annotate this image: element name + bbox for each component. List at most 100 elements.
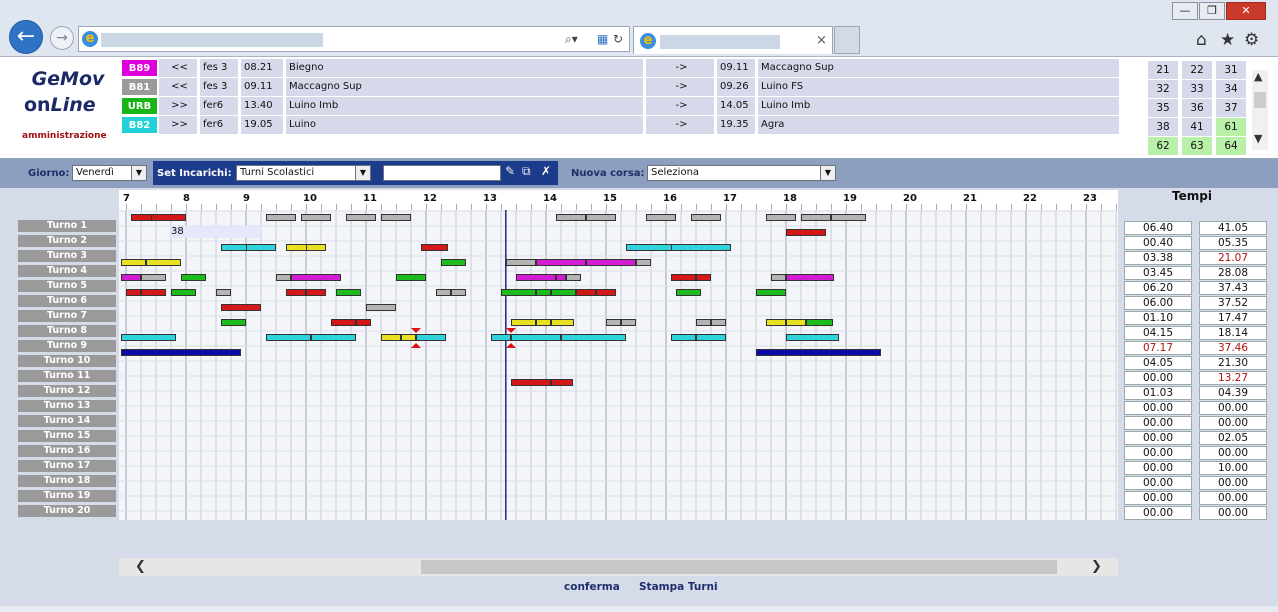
shift-segment[interactable] [306, 244, 326, 251]
turno-label[interactable]: Turno 20 [18, 505, 116, 517]
number-cell[interactable]: 63 [1182, 137, 1212, 155]
shift-segment[interactable] [216, 289, 231, 296]
turno-label[interactable]: Turno 19 [18, 490, 116, 502]
trip-nav[interactable]: >> [159, 116, 197, 134]
shift-segment[interactable] [805, 319, 833, 326]
incarico-name-input[interactable] [383, 165, 501, 181]
scroll-up-icon[interactable]: ▲ [1254, 70, 1262, 83]
insert-marker-icon[interactable] [506, 343, 517, 348]
shift-segment[interactable] [336, 289, 362, 296]
minimize-button[interactable]: — [1172, 2, 1198, 20]
shift-segment[interactable] [145, 259, 182, 266]
shift-segment[interactable] [220, 304, 261, 311]
shift-segment[interactable] [550, 379, 573, 386]
shift-segment[interactable] [691, 214, 722, 221]
shift-segment[interactable] [766, 319, 786, 326]
turno-label[interactable]: Turno 16 [18, 445, 116, 457]
insert-marker-icon[interactable] [506, 328, 517, 333]
set-incarichi-select[interactable]: Turni Scolastici ▼ [236, 165, 371, 181]
shift-segment[interactable] [565, 274, 581, 281]
shift-segment[interactable] [696, 319, 711, 326]
shift-segment[interactable] [421, 244, 449, 251]
shift-segment[interactable] [670, 244, 731, 251]
shift-segment[interactable] [490, 334, 512, 341]
number-cell[interactable]: 32 [1148, 80, 1178, 98]
edit-icon[interactable]: ✎ [505, 164, 515, 178]
scroll-right-icon[interactable]: ❯ [1091, 559, 1102, 574]
shift-segment[interactable] [276, 274, 291, 281]
shift-segment[interactable] [291, 274, 341, 281]
back-button[interactable]: ← [9, 20, 43, 54]
shift-segment[interactable] [831, 214, 866, 221]
shift-segment[interactable] [306, 289, 326, 296]
shift-segment[interactable] [711, 319, 726, 326]
shift-segment[interactable] [265, 334, 311, 341]
turno-label[interactable]: Turno 5 [18, 280, 116, 292]
shift-segment[interactable] [141, 274, 167, 281]
turno-label[interactable]: Turno 1 [18, 220, 116, 232]
shift-segment[interactable] [396, 274, 426, 281]
number-cell[interactable]: 38 [1148, 118, 1178, 136]
shift-segment[interactable] [126, 289, 141, 296]
shift-segment[interactable] [355, 319, 371, 326]
shift-segment[interactable] [550, 319, 575, 326]
confirm-link[interactable]: conferma [564, 581, 620, 593]
number-cell[interactable]: 37 [1216, 99, 1246, 117]
shift-segment[interactable] [646, 214, 677, 221]
shift-segment[interactable] [586, 214, 617, 221]
shift-segment[interactable] [676, 289, 701, 296]
search-icon[interactable]: ⌕▾ [565, 32, 578, 47]
shift-segment[interactable] [621, 319, 636, 326]
insert-marker-icon[interactable] [410, 328, 421, 333]
shift-segment[interactable] [561, 334, 626, 341]
shift-segment[interactable] [171, 289, 197, 296]
gantt-plot[interactable]: 38 [119, 210, 1118, 520]
trip-row[interactable]: B89 << fes 3 08.21 Biegno -> 09.11 Maccagno Sup [121, 59, 1119, 77]
turno-label[interactable]: Turno 2 [18, 235, 116, 247]
shift-segment[interactable] [346, 214, 377, 221]
number-cell[interactable]: 61 [1216, 118, 1246, 136]
address-bar[interactable]: e ⌕▾ ▦ ↻ [78, 26, 630, 52]
shift-segment[interactable] [151, 214, 186, 221]
shift-segment[interactable] [301, 214, 332, 221]
turno-label[interactable]: Turno 18 [18, 475, 116, 487]
shift-segment[interactable] [220, 319, 246, 326]
number-cell[interactable]: 33 [1182, 80, 1212, 98]
shift-segment[interactable] [436, 289, 452, 296]
shift-segment[interactable] [511, 319, 536, 326]
close-window-button[interactable]: ✕ [1226, 2, 1266, 20]
trip-row[interactable]: B82 >> fer6 19.05 Luino -> 19.35 Agra [121, 116, 1119, 134]
shift-segment[interactable] [636, 259, 651, 266]
shift-segment[interactable] [501, 289, 536, 296]
maximize-button[interactable]: ❐ [1199, 2, 1225, 20]
shift-segment[interactable] [141, 289, 167, 296]
turno-label[interactable]: Turno 15 [18, 430, 116, 442]
insert-marker-icon[interactable] [410, 343, 421, 348]
shift-segment[interactable] [535, 289, 551, 296]
shift-segment[interactable] [286, 289, 306, 296]
number-cell[interactable]: 35 [1148, 99, 1178, 117]
scroll-down-icon[interactable]: ▼ [1254, 132, 1262, 145]
shift-segment[interactable] [550, 289, 576, 296]
scroll-left-icon[interactable]: ❮ [135, 559, 146, 574]
trip-nav[interactable]: >> [159, 97, 197, 115]
number-cell[interactable]: 31 [1216, 61, 1246, 79]
number-cell[interactable]: 64 [1216, 137, 1246, 155]
shift-segment[interactable] [121, 259, 146, 266]
shift-segment[interactable] [451, 289, 467, 296]
turno-label[interactable]: Turno 14 [18, 415, 116, 427]
trip-row[interactable]: B81 << fes 3 09.11 Maccagno Sup -> 09.26 Luino … [121, 78, 1119, 96]
shift-segment[interactable] [756, 349, 881, 356]
print-shifts-link[interactable]: Stampa Turni [639, 581, 718, 593]
shift-segment[interactable] [786, 319, 806, 326]
shift-segment[interactable] [366, 304, 396, 311]
shift-segment[interactable] [511, 379, 551, 386]
shift-segment[interactable] [595, 289, 617, 296]
shift-segment[interactable] [415, 334, 446, 341]
shift-segment[interactable] [310, 334, 356, 341]
number-cell[interactable]: 36 [1182, 99, 1212, 117]
turno-label[interactable]: Turno 13 [18, 400, 116, 412]
home-icon[interactable]: ⌂ [1196, 30, 1207, 50]
shift-segment[interactable] [586, 259, 636, 266]
shift-segment[interactable] [246, 244, 276, 251]
